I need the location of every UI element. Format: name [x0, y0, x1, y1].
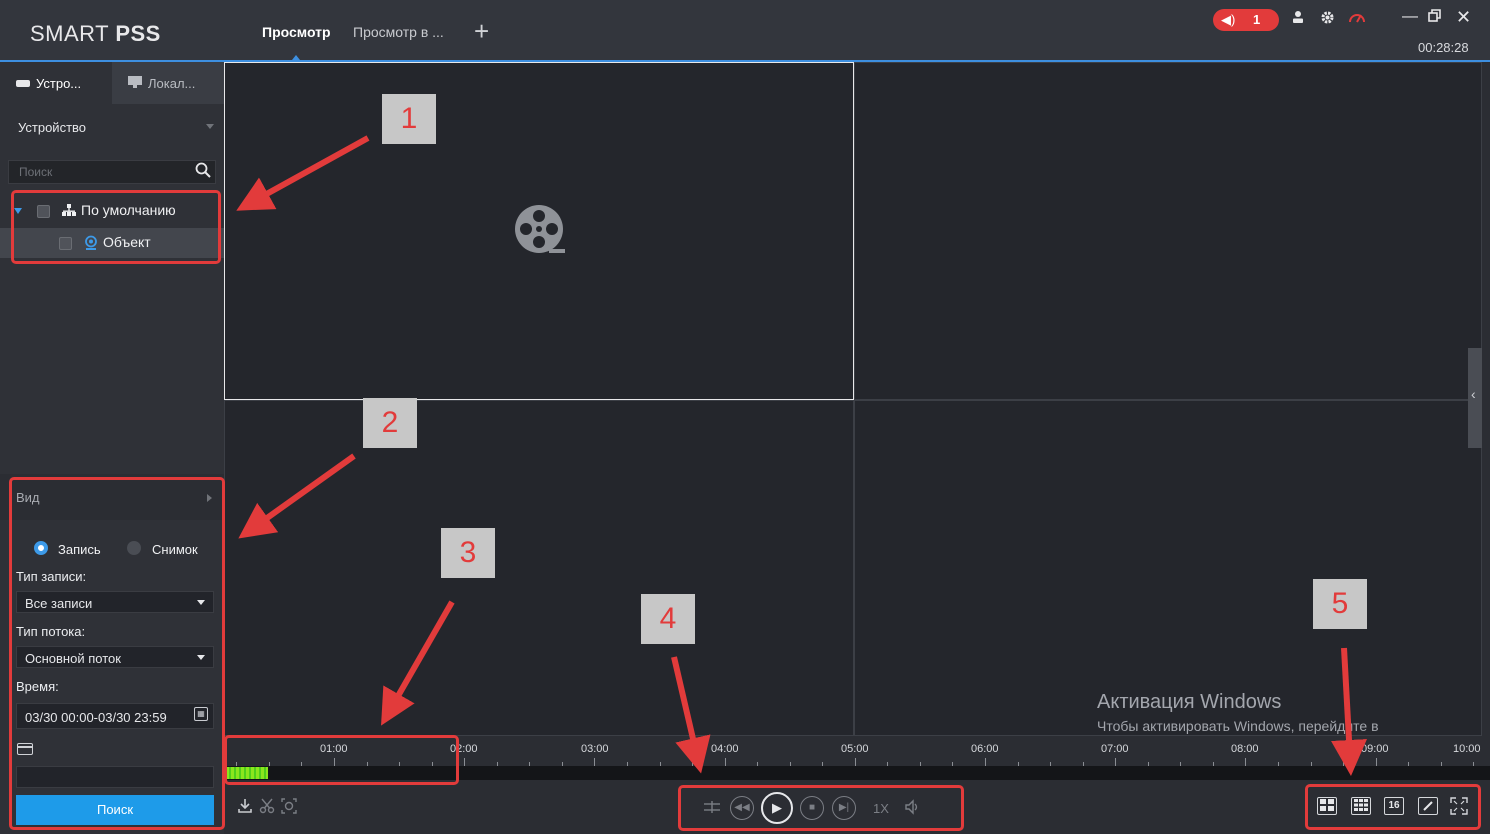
video-cell-2[interactable]: [854, 62, 1482, 400]
timeline-label: 09:00: [1361, 743, 1389, 755]
annotation-number-2: 2: [363, 398, 417, 448]
speaker-icon: ◀): [1221, 12, 1236, 27]
annotation-box-2: [9, 477, 225, 830]
download-icon[interactable]: [237, 798, 253, 818]
minimize-icon[interactable]: —: [1402, 8, 1418, 26]
plus-icon[interactable]: +: [474, 18, 489, 44]
timeline-label: 03:00: [581, 743, 609, 755]
annotation-box-1: [11, 190, 221, 264]
timeline-tick: [854, 758, 856, 766]
app-logo: SMART PSS: [30, 21, 161, 46]
device-type-value: Устройство: [18, 120, 87, 135]
smart-search-icon[interactable]: [281, 798, 297, 818]
video-cell-1[interactable]: [224, 62, 854, 400]
left-tabs: Устро... Локал...: [0, 62, 224, 104]
annotation-box-3: [224, 735, 459, 785]
timeline-tick: [1375, 758, 1377, 766]
smart-pss-window: SMART PSS Просмотр Просмотр в ... + ◀) 1…: [0, 0, 1490, 834]
monitor-icon: [128, 76, 142, 91]
tab-local[interactable]: Локал...: [112, 62, 224, 104]
annotation-number-1: 1: [382, 94, 436, 144]
tab-playback[interactable]: Просмотр в ...: [353, 24, 444, 40]
timeline-tick: [1245, 758, 1247, 766]
timeline-tick: [1115, 758, 1117, 766]
annotation-number-3: 3: [441, 528, 495, 578]
timeline-tick: [724, 758, 726, 766]
video-cell-3[interactable]: [224, 400, 854, 736]
timeline-label: 07:00: [1101, 743, 1129, 755]
timeline-label: 10:00: [1453, 743, 1481, 755]
tab-devices-label: Устро...: [36, 76, 82, 91]
annotation-number-5: 5: [1313, 579, 1367, 629]
annotation-box-5: [1305, 784, 1481, 830]
timeline-label: 05:00: [841, 743, 869, 755]
user-icon[interactable]: [1291, 10, 1305, 29]
film-reel-icon: [513, 203, 569, 259]
alarm-badge[interactable]: ◀) 1: [1213, 9, 1279, 31]
gear-icon[interactable]: [1320, 10, 1335, 30]
search-icon[interactable]: [195, 162, 211, 183]
timeline-label: 04:00: [711, 743, 739, 755]
windows-activation-text: Чтобы активировать Windows, перейдите в: [1097, 718, 1379, 734]
chevron-down-icon: [206, 124, 214, 129]
search-input[interactable]: [9, 161, 189, 183]
alarm-count: 1: [1253, 12, 1261, 27]
timeline-tick: [594, 758, 596, 766]
close-icon[interactable]: ✕: [1456, 7, 1471, 28]
timeline-label: 06:00: [971, 743, 999, 755]
active-tab-indicator: [292, 55, 300, 60]
video-cell-4[interactable]: [854, 400, 1482, 736]
device-icon: [16, 76, 30, 91]
annotation-number-4: 4: [641, 594, 695, 644]
device-search[interactable]: [8, 160, 216, 184]
system-clock: 00:28:28: [1418, 40, 1469, 55]
scissors-icon[interactable]: [259, 798, 275, 818]
windows-activation-title: Активация Windows: [1097, 691, 1282, 713]
tab-devices[interactable]: Устро...: [0, 62, 112, 104]
timeline-tick: [985, 758, 986, 766]
timeline-label: 08:00: [1231, 743, 1259, 755]
tab-preview[interactable]: Просмотр: [262, 24, 331, 40]
side-panel-toggle[interactable]: [1468, 348, 1482, 448]
title-bar: SMART PSS Просмотр Просмотр в ... + ◀) 1…: [0, 0, 1490, 62]
device-type-select[interactable]: Устройство: [0, 108, 224, 146]
tab-local-label: Локал...: [148, 76, 196, 91]
restore-icon[interactable]: [1428, 9, 1441, 27]
speedometer-icon[interactable]: [1348, 10, 1366, 29]
annotation-box-4: [678, 785, 964, 831]
timeline-tick: [464, 758, 466, 766]
